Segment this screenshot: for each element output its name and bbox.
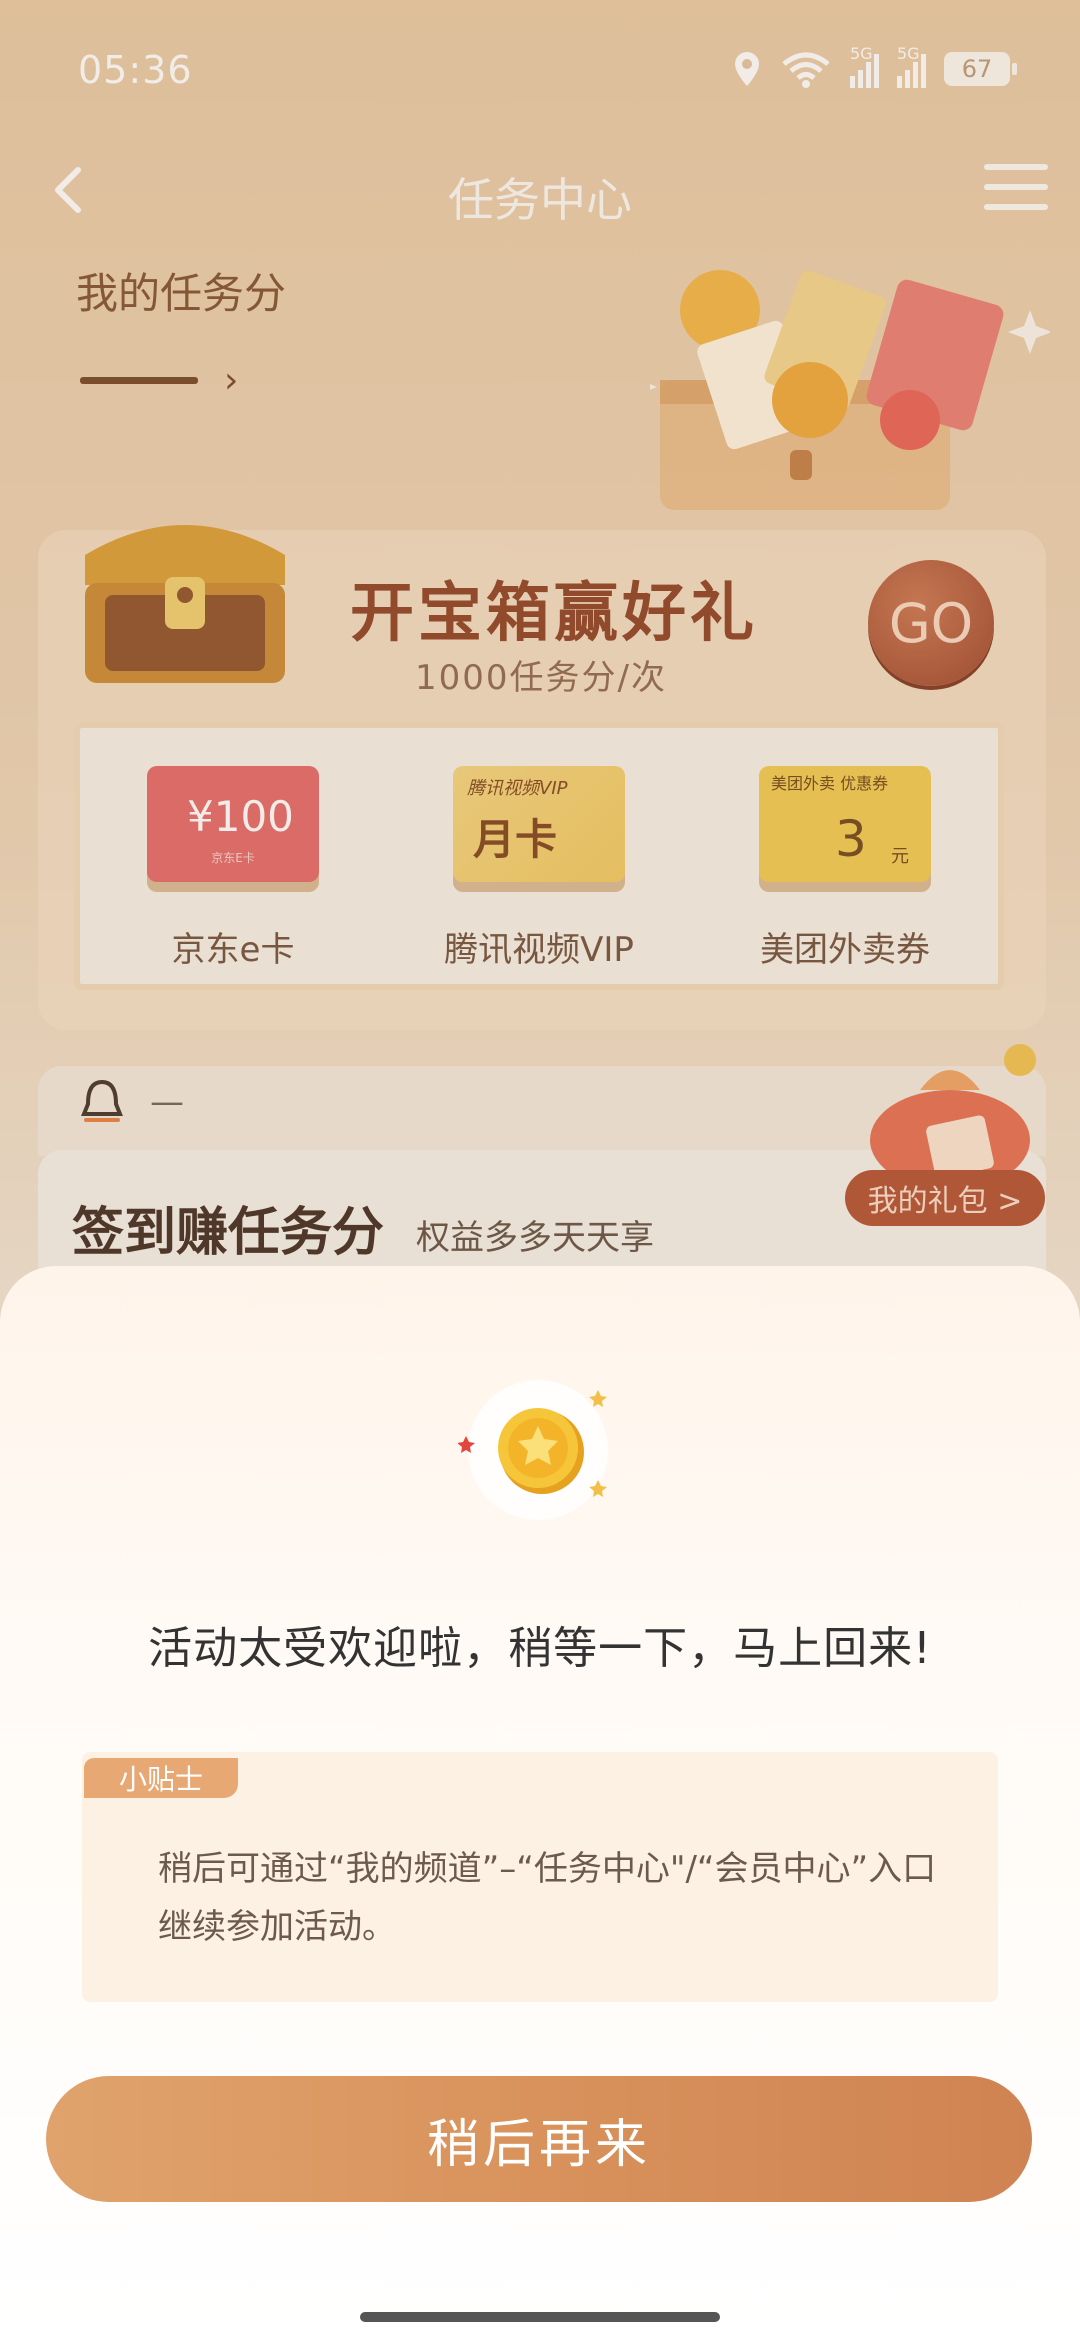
coin-icon — [458, 1380, 608, 1520]
task-center-page: 05:36 5G 5G 67 任务中心 我的任务分 › 开宝箱赢好礼 1000任… — [0, 0, 1080, 2344]
come-back-later-button[interactable]: 稍后再来 — [46, 2076, 1032, 2202]
modal-message: 活动太受欢迎啦，稍等一下，马上回来! — [148, 1623, 932, 1674]
home-indicator[interactable] — [360, 2312, 720, 2322]
tip-tag: 小贴士 — [84, 1758, 238, 1798]
tip-text: 稍后可通过“我的频道”–“任务中心"/“会员中心”入口继续参加活动。 — [158, 1849, 937, 1947]
